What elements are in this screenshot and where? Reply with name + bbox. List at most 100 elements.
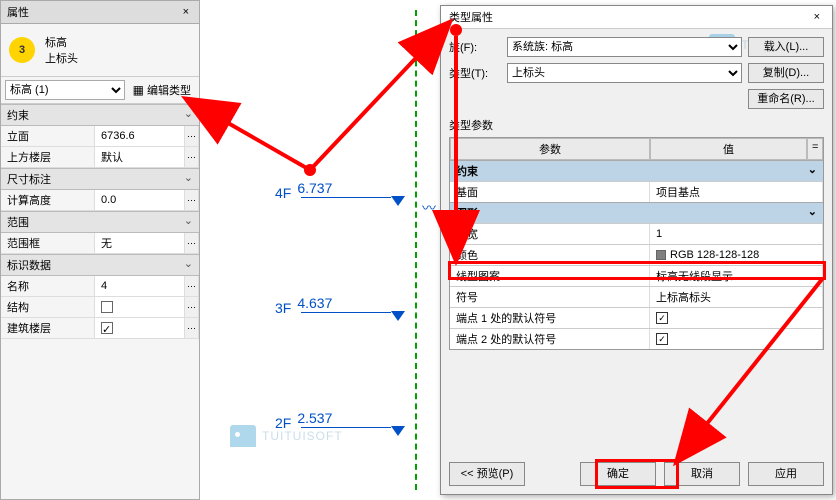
chevron-icon: ⌄ xyxy=(184,257,193,273)
table-row: 线宽1 xyxy=(450,223,823,244)
param-value[interactable]: 4 xyxy=(95,276,185,297)
table-header: 参数 值 = xyxy=(450,138,823,160)
level-label: 3F xyxy=(275,300,291,316)
ok-button[interactable]: 确定 xyxy=(580,462,656,486)
chevron-icon: ⌄ xyxy=(184,107,193,123)
param-group-header[interactable]: 图形⌄ xyxy=(450,202,823,223)
param-value[interactable]: ✓ xyxy=(650,308,823,328)
param-name: 端点 2 处的默认符号 xyxy=(450,329,650,349)
group-header[interactable]: 尺寸标注⌄ xyxy=(1,168,199,190)
param-name: 立面 xyxy=(1,126,95,147)
param-value[interactable]: 0.0 xyxy=(95,190,185,211)
group-name: 约束 xyxy=(7,107,29,123)
dialog-close-icon[interactable]: × xyxy=(810,11,824,23)
level-value: 6.737 xyxy=(297,180,332,196)
param-name: 颜色 xyxy=(450,245,650,265)
table-row: 颜色RGB 128-128-128 xyxy=(450,244,823,265)
param-value[interactable]: 无 xyxy=(95,233,185,254)
param-more-button[interactable]: ⋯ xyxy=(185,233,199,254)
level-triangle-icon xyxy=(391,426,405,436)
chevron-icon: ⌄ xyxy=(184,214,193,230)
param-value[interactable]: 标高无线段显示 xyxy=(650,266,823,286)
param-value[interactable] xyxy=(95,297,185,318)
wave-icon: 〰 xyxy=(422,198,436,218)
close-icon[interactable]: × xyxy=(179,6,193,18)
instance-type-row: 标高 (1) ▦ 编辑类型 xyxy=(1,77,199,104)
param-name: 范围框 xyxy=(1,233,95,254)
properties-header: 属性 × xyxy=(1,1,199,24)
checkbox-icon[interactable] xyxy=(101,301,113,313)
group-header[interactable]: 范围 ⌄ xyxy=(1,211,199,233)
param-more-button[interactable]: ⋯ xyxy=(185,297,199,318)
dialog-body: 族(F): 系统族: 标高 载入(L)... 类型(T): 上标头 复制(D).… xyxy=(441,29,832,358)
checkbox-icon[interactable]: ✓ xyxy=(101,322,113,334)
col-value: 值 xyxy=(650,138,807,160)
table-row: 线型图案标高无线段显示 xyxy=(450,265,823,286)
copy-button[interactable]: 复制(D)... xyxy=(748,63,824,83)
edit-type-button[interactable]: ▦ 编辑类型 xyxy=(129,80,195,100)
param-value[interactable]: 项目基点 xyxy=(650,182,823,202)
param-name: 建筑楼层 xyxy=(1,318,95,339)
dialog-titlebar: 类型属性 × xyxy=(441,6,832,29)
param-more-button[interactable]: ⋯ xyxy=(185,190,199,211)
level-triangle-icon xyxy=(391,311,405,321)
rename-button[interactable]: 重命名(R)... xyxy=(748,89,824,109)
checkbox-icon[interactable]: ✓ xyxy=(656,312,668,324)
param-value[interactable]: 上标高标头 xyxy=(650,287,823,307)
watermark-text: TUITUISOFT xyxy=(262,429,343,443)
group-name: 范围 xyxy=(7,214,29,230)
edit-type-label: 编辑类型 xyxy=(147,82,191,98)
param-name: 结构 xyxy=(1,297,95,318)
group-header[interactable]: 标识数据 ⌄ xyxy=(1,254,199,276)
preview-button[interactable]: << 预览(P) xyxy=(449,462,525,486)
rename-row: 重命名(R)... xyxy=(449,89,824,109)
col-eq[interactable]: = xyxy=(807,138,823,160)
group-header[interactable]: 约束 ⌄ xyxy=(1,104,199,126)
type-select[interactable]: 上标头 xyxy=(507,63,742,83)
dialog-title: 类型属性 xyxy=(449,9,493,25)
cancel-button[interactable]: 取消 xyxy=(664,462,740,486)
level-value: 2.537 xyxy=(297,410,332,426)
param-more-button[interactable]: ⋯ xyxy=(185,276,199,297)
apply-button[interactable]: 应用 xyxy=(748,462,824,486)
family-row: 族(F): 系统族: 标高 载入(L)... xyxy=(449,37,824,57)
param-group-header[interactable]: 约束 ⌄ xyxy=(450,160,823,181)
param-more-button[interactable]: ⋯ xyxy=(185,147,199,168)
table-row: 符号上标高标头 xyxy=(450,286,823,307)
family-select[interactable]: 系统族: 标高 xyxy=(507,37,742,57)
param-name: 基面 xyxy=(450,182,650,202)
param-name: 计算高度 xyxy=(1,190,95,211)
param-name: 名称 xyxy=(1,276,95,297)
param-name: 端点 1 处的默认符号 xyxy=(450,308,650,328)
checkbox-icon[interactable]: ✓ xyxy=(656,333,668,345)
level-label: 4F xyxy=(275,185,291,201)
preview-line1: 标高 xyxy=(45,34,78,50)
group-name: 约束 xyxy=(456,163,478,179)
param-more-button[interactable]: ⋯ xyxy=(185,318,199,339)
level-marker[interactable]: 4F 6.737 xyxy=(275,180,405,201)
chevron-icon: ⌄ xyxy=(808,163,817,179)
level-line xyxy=(301,197,391,198)
param-name: 线宽 xyxy=(450,224,650,244)
param-value[interactable]: ✓ xyxy=(95,318,185,339)
level-marker[interactable]: 3F 4.637 xyxy=(275,295,405,316)
type-properties-dialog: 类型属性 × TUITUISOFT 族(F): 系统族: 标高 载入(L)...… xyxy=(440,5,833,495)
preview-line2: 上标头 xyxy=(45,50,78,66)
param-value[interactable]: 1 xyxy=(650,224,823,244)
param-more-button[interactable]: ⋯ xyxy=(185,126,199,147)
type-params-label: 类型参数 xyxy=(449,117,824,133)
table-row: 端点 2 处的默认符号 ✓ xyxy=(450,328,823,349)
param-value[interactable]: ✓ xyxy=(650,329,823,349)
load-button[interactable]: 载入(L)... xyxy=(748,37,824,57)
type-preview[interactable]: 3 标高 上标头 xyxy=(1,24,199,77)
section-line xyxy=(415,10,417,490)
family-label: 族(F): xyxy=(449,39,501,55)
type-label: 类型(T): xyxy=(449,65,501,81)
param-value[interactable]: RGB 128-128-128 xyxy=(650,245,823,265)
instance-type-select[interactable]: 标高 (1) xyxy=(5,80,125,100)
watermark: TUITUISOFT xyxy=(230,425,343,447)
param-name: 线型图案 xyxy=(450,266,650,286)
param-value[interactable]: 默认 xyxy=(95,147,185,168)
param-value[interactable]: 6736.6 xyxy=(95,126,185,147)
group-name: 标识数据 xyxy=(7,257,51,273)
